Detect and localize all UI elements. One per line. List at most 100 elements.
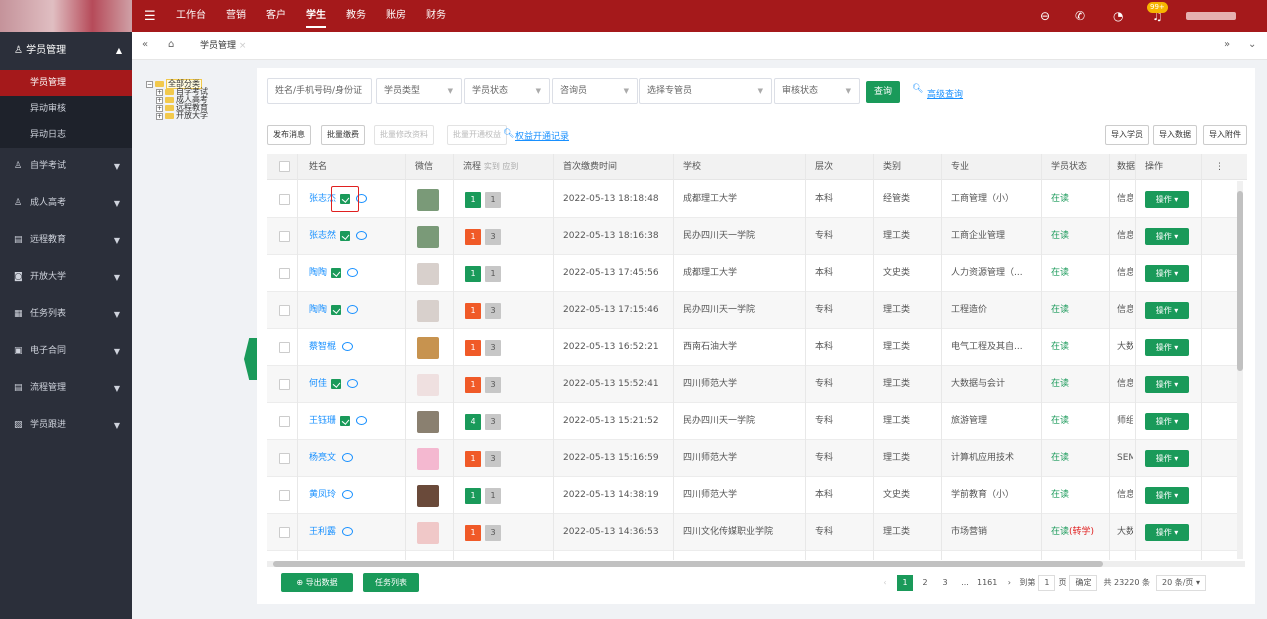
student-name-link[interactable]: 蔡智棍 xyxy=(309,342,336,352)
per-page-select[interactable]: 20 条/页 ▾ xyxy=(1156,574,1206,591)
student-name-link[interactable]: 张志然 xyxy=(309,231,336,241)
sidebar-item-2[interactable]: ▤ 远程教育 ▼ xyxy=(0,222,132,259)
search-input[interactable]: 姓名/手机号码/身份证 xyxy=(267,78,372,104)
operate-button[interactable]: 操作 ▾ xyxy=(1145,376,1189,393)
menu-icon[interactable]: ☰ xyxy=(144,9,156,24)
query-button[interactable]: 查询 xyxy=(866,81,900,103)
operate-button[interactable]: 操作 ▾ xyxy=(1145,339,1189,356)
student-name-link[interactable]: 杨亮文 xyxy=(309,453,336,463)
tab-student-manage[interactable]: 学员管理 × xyxy=(200,32,246,60)
collapse-handle[interactable] xyxy=(244,338,257,380)
operate-button[interactable]: 操作 ▾ xyxy=(1145,524,1189,541)
expand-icon[interactable]: + xyxy=(156,96,163,104)
expand-icon[interactable]: − xyxy=(146,80,153,88)
sidebar-group-student[interactable]: ♙ 学员管理 ▲ xyxy=(0,32,132,70)
sidebar-item-1[interactable]: ♙ 成人高考 ▼ xyxy=(0,185,132,222)
edit-icon[interactable] xyxy=(340,415,351,426)
import-student-button[interactable]: 导入学员 xyxy=(1105,125,1149,145)
advanced-query-link[interactable]: 高级查询 xyxy=(927,87,963,100)
chat-bubble-icon[interactable] xyxy=(342,527,354,536)
import-attachment-button[interactable]: 导入附件 xyxy=(1203,125,1247,145)
sidebar-item-4[interactable]: ▦ 任务列表 ▼ xyxy=(0,296,132,333)
select-all-checkbox[interactable] xyxy=(279,161,290,172)
scroll-left-icon[interactable]: « xyxy=(142,39,148,50)
user-name[interactable] xyxy=(1186,12,1236,20)
row-checkbox[interactable] xyxy=(279,342,290,353)
help-icon[interactable]: ⊖ xyxy=(1040,9,1050,23)
operate-button[interactable]: 操作 ▾ xyxy=(1145,413,1189,430)
row-checkbox[interactable] xyxy=(279,379,290,390)
page-2[interactable]: 3 xyxy=(937,575,953,591)
edit-icon[interactable] xyxy=(340,230,351,241)
tree-node-4[interactable]: + 开放大学 xyxy=(156,112,208,120)
scroll-right-icon[interactable]: » xyxy=(1224,39,1230,50)
student-name-link[interactable]: 王利露 xyxy=(309,527,336,537)
row-checkbox[interactable] xyxy=(279,194,290,205)
batch-edit-button[interactable]: 批量修改资料 xyxy=(374,125,434,145)
student-status-select[interactable]: 学员状态 ▼ xyxy=(464,78,550,104)
confirm-button[interactable]: 确定 xyxy=(1069,574,1098,591)
sidebar-sub-2[interactable]: 异动日志 xyxy=(0,122,132,148)
chevron-down-icon[interactable]: ⌄ xyxy=(1248,39,1256,50)
expand-icon[interactable]: + xyxy=(156,112,163,120)
col-time[interactable]: 首次缴费时间 xyxy=(563,154,617,179)
expand-icon[interactable]: + xyxy=(156,104,163,112)
sidebar-sub-0[interactable]: 学员管理 xyxy=(0,70,132,96)
vertical-scrollbar[interactable] xyxy=(1237,181,1243,559)
nav-1[interactable]: 营销 xyxy=(226,0,246,32)
page-0[interactable]: 1 xyxy=(897,574,913,591)
operate-button[interactable]: 操作 ▾ xyxy=(1145,228,1189,245)
row-checkbox[interactable] xyxy=(279,453,290,464)
nav-4[interactable]: 教务 xyxy=(346,0,366,32)
operate-button[interactable]: 操作 ▾ xyxy=(1145,487,1189,504)
manager-select[interactable]: 选择专管员 ▼ xyxy=(639,78,772,104)
audit-status-select[interactable]: 审核状态 ▼ xyxy=(774,78,860,104)
horizontal-scrollbar[interactable] xyxy=(267,561,1245,567)
next-page-icon[interactable]: › xyxy=(1001,575,1017,591)
student-name-link[interactable]: 陶陶 xyxy=(309,305,327,315)
nav-5[interactable]: 账房 xyxy=(386,0,406,32)
row-checkbox[interactable] xyxy=(279,305,290,316)
col-name[interactable]: 姓名 xyxy=(309,154,327,179)
import-data-button[interactable]: 导入数据 xyxy=(1153,125,1197,145)
col-settings[interactable]: ⋮ xyxy=(1215,154,1224,179)
sidebar-item-5[interactable]: ▣ 电子合同 ▼ xyxy=(0,333,132,370)
edit-icon[interactable] xyxy=(331,267,342,278)
expand-icon[interactable]: + xyxy=(156,88,163,96)
operate-button[interactable]: 操作 ▾ xyxy=(1145,302,1189,319)
publish-message-button[interactable]: 发布消息 xyxy=(267,125,311,145)
chat-bubble-icon[interactable] xyxy=(356,416,368,425)
phone-icon[interactable]: ✆ xyxy=(1075,9,1085,23)
chat-icon[interactable]: ◔ xyxy=(1113,9,1123,23)
student-type-select[interactable]: 学员类型 ▼ xyxy=(376,78,462,104)
student-name-link[interactable]: 陶陶 xyxy=(309,268,327,278)
row-checkbox[interactable] xyxy=(279,416,290,427)
batch-open-button[interactable]: 批量开通权益 xyxy=(447,125,507,145)
sidebar-item-7[interactable]: ▨ 学员跟进 ▼ xyxy=(0,407,132,444)
operate-button[interactable]: 操作 ▾ xyxy=(1145,191,1189,208)
student-name-link[interactable]: 何佳 xyxy=(309,379,327,389)
sidebar-item-6[interactable]: ▤ 流程管理 ▼ xyxy=(0,370,132,407)
rights-record-link[interactable]: 权益开通记录 xyxy=(515,129,569,142)
chat-bubble-icon[interactable] xyxy=(347,268,359,277)
sidebar-item-3[interactable]: ◙ 开放大学 ▼ xyxy=(0,259,132,296)
edit-icon[interactable] xyxy=(331,304,342,315)
page-4[interactable]: 1161 xyxy=(977,575,997,591)
nav-6[interactable]: 财务 xyxy=(426,0,446,32)
page-1[interactable]: 2 xyxy=(917,575,933,591)
nav-0[interactable]: 工作台 xyxy=(176,0,206,32)
sidebar-item-0[interactable]: ♙ 自学考试 ▼ xyxy=(0,148,132,185)
home-icon[interactable]: ⌂ xyxy=(168,39,174,50)
row-checkbox[interactable] xyxy=(279,527,290,538)
edit-icon[interactable] xyxy=(331,378,342,389)
row-checkbox[interactable] xyxy=(279,490,290,501)
page-3[interactable]: ... xyxy=(957,575,973,591)
operate-button[interactable]: 操作 ▾ xyxy=(1145,265,1189,282)
student-name-link[interactable]: 王钰珊 xyxy=(309,416,336,426)
sidebar-sub-1[interactable]: 异动审核 xyxy=(0,96,132,122)
chat-bubble-icon[interactable] xyxy=(347,305,359,314)
row-checkbox[interactable] xyxy=(279,268,290,279)
prev-page-icon[interactable]: ‹ xyxy=(877,575,893,591)
page-input[interactable]: 1 xyxy=(1038,574,1056,591)
chat-bubble-icon[interactable] xyxy=(342,342,354,351)
